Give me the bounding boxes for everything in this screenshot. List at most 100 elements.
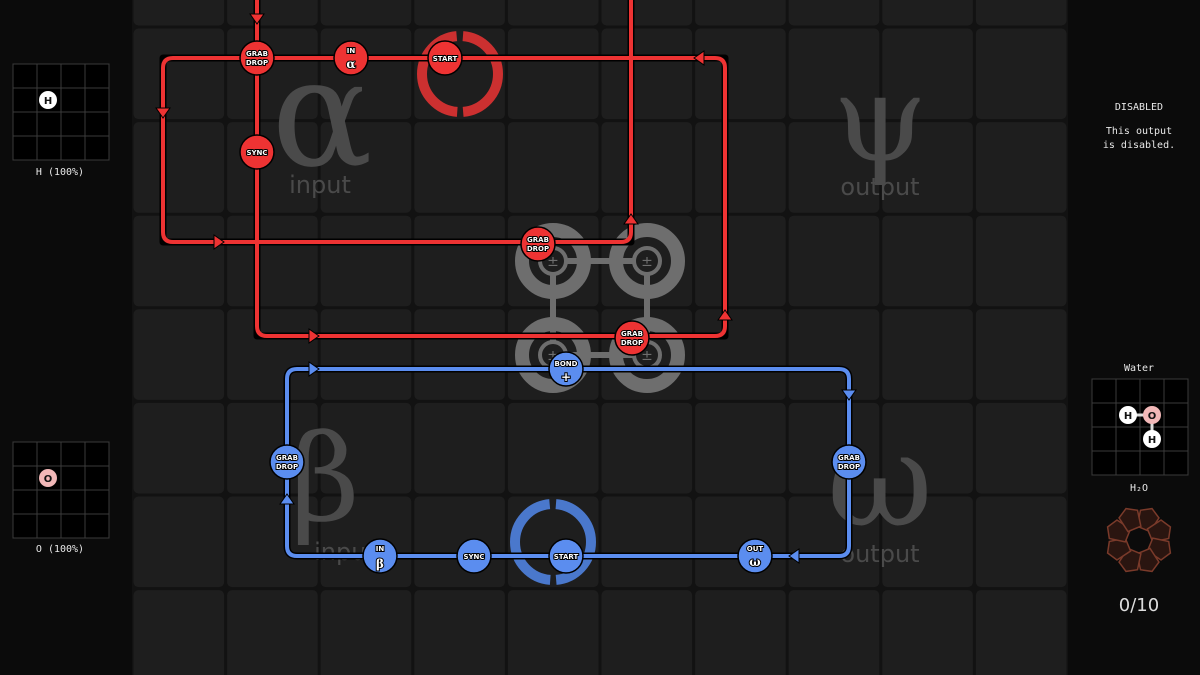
reactor-cell [975,215,1067,307]
preview-cell [12,135,38,161]
reactor-cell [414,496,505,588]
psi-symbol: ψ [833,50,927,189]
preview-cell [1091,402,1117,428]
reactor-cell [601,590,693,675]
svg-text:BOND: BOND [555,360,578,368]
reactor-cell [133,215,225,307]
blue-start[interactable]: START [548,538,584,574]
preview-cell [1115,450,1141,476]
reactor-cell [227,0,318,26]
reactor-cell [227,590,318,675]
preview-cell [1163,402,1189,428]
red-grab-drop-2[interactable]: GRABDROP [520,226,556,262]
svg-text:OUT: OUT [747,545,764,553]
blue-grab-drop-left[interactable]: GRABDROP [269,444,305,480]
preview-cell [12,87,38,113]
omega-progress-count: 0/10 [1119,595,1159,616]
svg-text:DROP: DROP [246,59,268,67]
reactor-cell [414,309,505,400]
blue-in-beta[interactable]: IN β [362,538,398,574]
svg-text:GRAB: GRAB [621,330,643,338]
reactor-cell [975,122,1067,213]
omega-output-name: Water [1124,363,1154,374]
reactor-cell [695,590,786,675]
preview-cell [36,513,62,539]
reactor-cell [695,402,786,494]
reactor-cell [507,0,599,26]
reactor-cell [975,309,1067,400]
preview-cell [1091,450,1117,476]
region-psi: ψ output [833,50,927,201]
reactor-cell [414,122,505,213]
preview-cell [1091,426,1117,452]
red-sync[interactable]: SYNC [239,134,275,170]
preview-cell [1115,426,1141,452]
psi-label: output [840,173,919,201]
red-start[interactable]: START [427,40,463,76]
preview-cell [1091,378,1117,404]
preview-cell [84,63,110,89]
omega-symbol: ω [827,404,933,556]
svg-text:DROP: DROP [527,245,549,253]
red-grab-drop-1[interactable]: GRABDROP [239,40,275,76]
preview-cell [84,465,110,491]
preview-cell [60,513,86,539]
region-omega: ω output [827,404,933,568]
reactor-cell [133,28,225,120]
svg-text:DROP: DROP [276,463,298,471]
reactor-cell [414,402,505,494]
svg-text:IN: IN [376,545,385,553]
reactor-cell [227,309,318,400]
psi-message-2: is disabled. [1103,140,1175,151]
preview-cell [12,489,38,515]
preview-cell [1163,378,1189,404]
preview-cell [60,63,86,89]
input-alpha-preview[interactable] [12,63,110,161]
reactor-cell [788,590,880,675]
reactor-cell [882,215,973,307]
reactor-cell [133,309,225,400]
reactor-cell [975,0,1067,26]
preview-cell [36,111,62,137]
reactor-cell [788,215,880,307]
reactor-cell [414,0,505,26]
input-alpha-atom: H [39,91,57,109]
input-beta-preview[interactable] [12,441,110,539]
bonder-sign: ± [641,254,653,270]
svg-text:β: β [376,557,384,571]
preview-cell [1163,450,1189,476]
reactor-cell [975,590,1067,675]
input-beta-label: O (100%) [36,544,84,555]
alpha-label: input [289,171,351,199]
reactor-cell [695,215,786,307]
blue-sync[interactable]: SYNC [456,538,492,574]
preview-cell [60,111,86,137]
preview-cell [60,465,86,491]
svg-text:START: START [554,553,579,561]
game-screen: α input ψ output β input ω output ±±±± [0,0,1200,675]
blue-bond-plus[interactable]: BOND + [548,351,584,387]
preview-cell [1163,426,1189,452]
preview-cell [12,63,38,89]
reactor-cell [882,590,973,675]
blue-grab-drop-right[interactable]: GRABDROP [831,444,867,480]
preview-cell [12,441,38,467]
preview-cell [84,441,110,467]
svg-text:GRAB: GRAB [246,50,268,58]
red-in-alpha[interactable]: IN α [333,40,369,76]
svg-text:α: α [346,57,355,71]
reactor-cell [882,309,973,400]
blue-out-omega[interactable]: OUT ω [737,538,773,574]
reactor-cell [414,215,505,307]
reactor-cell [601,402,693,494]
omega-output-preview[interactable] [1091,378,1189,476]
svg-text:SYNC: SYNC [463,553,484,561]
red-grab-drop-3[interactable]: GRABDROP [614,320,650,356]
svg-text:H: H [1124,411,1132,422]
reactor-cell [133,590,225,675]
reactor-cell [695,122,786,213]
reactor-cell [133,496,225,588]
reactor-cell [788,309,880,400]
preview-cell [60,87,86,113]
preview-cell [12,465,38,491]
